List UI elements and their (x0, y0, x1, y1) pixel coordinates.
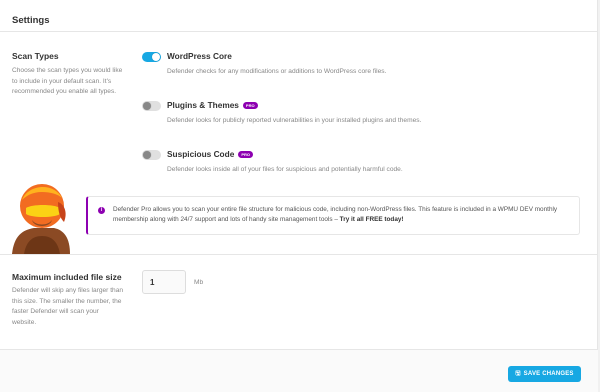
defender-mascot-illustration (12, 184, 70, 254)
wordpress-core-toggle[interactable] (142, 52, 161, 62)
file-size-description: Defender will skip any files larger than… (12, 287, 124, 326)
suspicious-code-title: Suspicious Code (167, 149, 235, 159)
pro-upsell-notice: i Defender Pro allows you to scan your e… (86, 196, 580, 235)
page-title: Settings (12, 15, 50, 26)
plugins-themes-toggle[interactable] (142, 101, 161, 111)
plugins-themes-title: Plugins & Themes (167, 100, 239, 110)
file-size-label: Maximum included file size (12, 272, 122, 282)
notice-text: Defender Pro allows you to scan your ent… (113, 206, 558, 223)
suspicious-code-toggle[interactable] (142, 150, 161, 160)
scan-types-description: Choose the scan types you would like to … (12, 67, 123, 95)
save-icon: 🖫 (515, 371, 521, 377)
section-divider (0, 254, 598, 255)
info-icon: i (98, 207, 105, 214)
notice-text-wrap: Defender Pro allows you to scan your ent… (113, 205, 575, 225)
pro-badge: PRO (242, 102, 258, 110)
pro-badge: PRO (238, 151, 253, 159)
settings-footer: 🖫 SAVE CHANGES (0, 349, 598, 392)
save-changes-button[interactable]: 🖫 SAVE CHANGES (508, 366, 581, 382)
settings-header: Settings (0, 0, 597, 32)
suspicious-code-title-wrap: Suspicious Code PRO (167, 149, 253, 159)
settings-card: Settings Scan Types Choose the scan type… (0, 0, 598, 392)
plugins-themes-description: Defender looks for publicly reported vul… (167, 117, 422, 124)
wordpress-core-description: Defender checks for any modifications or… (167, 68, 387, 75)
suspicious-code-description: Defender looks inside all of your files … (167, 166, 403, 173)
wordpress-core-title: WordPress Core (167, 51, 232, 61)
save-changes-label: SAVE CHANGES (523, 371, 574, 377)
file-size-unit: Mb (194, 279, 204, 286)
scan-types-label: Scan Types (12, 51, 59, 61)
notice-cta-link[interactable]: Try it all FREE today! (340, 216, 404, 223)
max-file-size-input[interactable] (142, 270, 186, 294)
plugins-themes-title-wrap: Plugins & Themes PRO (167, 100, 258, 110)
